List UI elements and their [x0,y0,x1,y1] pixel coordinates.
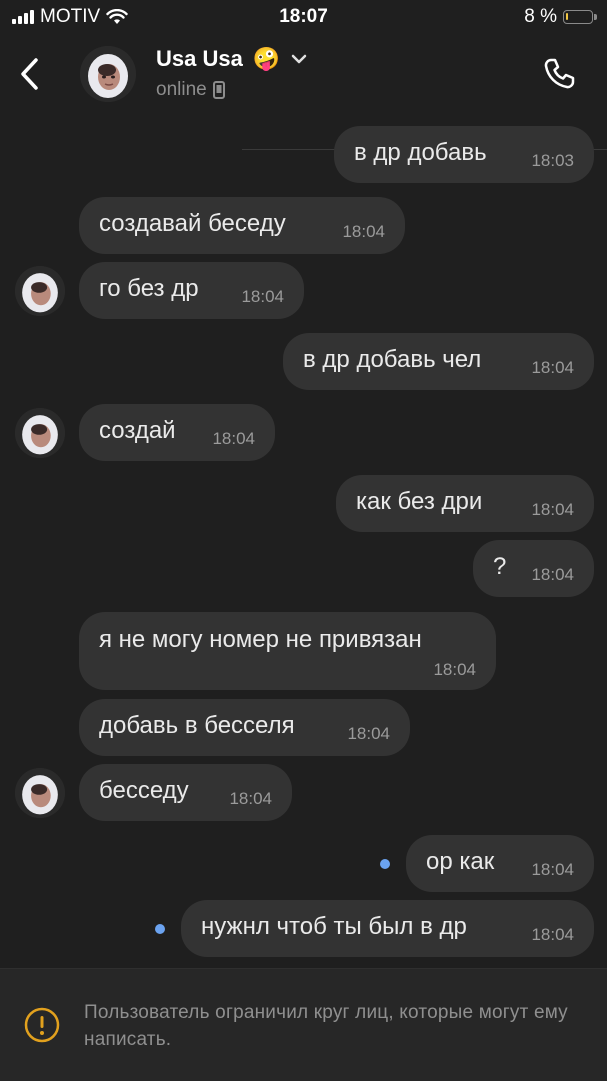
avatar-image [15,408,65,458]
message-bubble-outgoing[interactable]: в др добавь 18:03 [334,126,594,183]
phone-icon [544,58,575,89]
message-time: 18:04 [531,860,574,879]
message-text: ор как [426,848,495,875]
message-list[interactable]: в др добавь 18:03 создавай беседу 18:04 … [0,116,607,968]
notice-text: Пользователь ограничил круг лиц, которые… [84,1002,568,1050]
status-time: 18:07 [279,6,328,27]
avatar-image [80,46,136,102]
contact-emoji: 🤪 [252,46,281,71]
avatar[interactable] [80,46,136,102]
message-text: как без дри [356,488,483,515]
unread-indicator [380,859,390,869]
contact-status: online [156,79,225,101]
message-time: 18:04 [212,429,255,448]
message-time: 18:04 [531,565,574,584]
chat-header: Usa Usa 🤪 online [0,34,607,150]
message-text: бесседу [99,777,189,804]
message-bubble-outgoing[interactable]: ор как 18:04 [406,835,594,892]
chevron-down-icon[interactable] [290,53,308,65]
message-text: в др добавь [354,139,487,166]
message-bubble-incoming[interactable]: создай 18:04 [79,404,275,461]
message-text: создавай беседу [99,210,286,237]
message-text: в др добавь чел [303,346,482,373]
message-bubble-incoming[interactable]: создавай беседу 18:04 [79,197,405,254]
message-bubble-outgoing[interactable]: как без дри 18:04 [336,475,594,532]
message-text: добавь в бесселя [99,712,295,739]
message-bubble-incoming[interactable]: добавь в бесселя 18:04 [79,699,410,756]
battery-level [566,13,568,20]
online-status-text: online [156,79,207,100]
message-text: нужнл чтоб ты был в др [201,913,467,940]
chevron-left-icon [21,58,38,90]
message-bubble-outgoing[interactable]: в др добавь чел 18:04 [283,333,594,390]
message-bubble-incoming[interactable]: го без др 18:04 [79,262,304,319]
contact-name[interactable]: Usa Usa 🤪 [156,46,308,72]
message-time: 18:04 [229,789,272,808]
warning-icon [24,1007,60,1043]
unread-indicator [155,924,165,934]
mobile-device-icon [212,81,225,99]
message-text: я не могу номер не привязан [99,626,422,653]
avatar[interactable] [15,408,65,458]
status-right: 8 % [524,6,597,28]
message-time: 18:04 [433,660,476,679]
message-time: 18:04 [531,500,574,519]
call-button[interactable] [539,54,579,94]
message-time: 18:04 [342,222,385,241]
message-time: 18:03 [531,151,574,170]
back-button[interactable] [14,54,46,94]
avatar-image [15,768,65,818]
message-text: ? [493,553,507,580]
avatar-image [15,266,65,316]
restriction-notice: Пользователь ограничил круг лиц, которые… [0,968,607,1081]
message-time: 18:04 [347,724,390,743]
message-text: создай [99,417,176,444]
message-bubble-incoming[interactable]: бесседу 18:04 [79,764,292,821]
status-bar: MOTIV 18:07 8 % [0,0,607,34]
message-bubble-outgoing[interactable]: ? 18:04 [473,540,594,597]
message-bubble-incoming[interactable]: я не могу номер не привязан 18:04 [79,612,496,690]
message-time: 18:04 [531,925,574,944]
contact-name-text: Usa Usa [156,46,243,71]
message-bubble-outgoing[interactable]: нужнл чтоб ты был в др 18:04 [181,900,594,957]
avatar[interactable] [15,266,65,316]
message-text: го без др [99,275,199,302]
message-time: 18:04 [241,287,284,306]
message-time: 18:04 [531,358,574,377]
battery-icon [563,10,597,24]
battery-percent: 8 % [524,6,557,27]
avatar[interactable] [15,768,65,818]
